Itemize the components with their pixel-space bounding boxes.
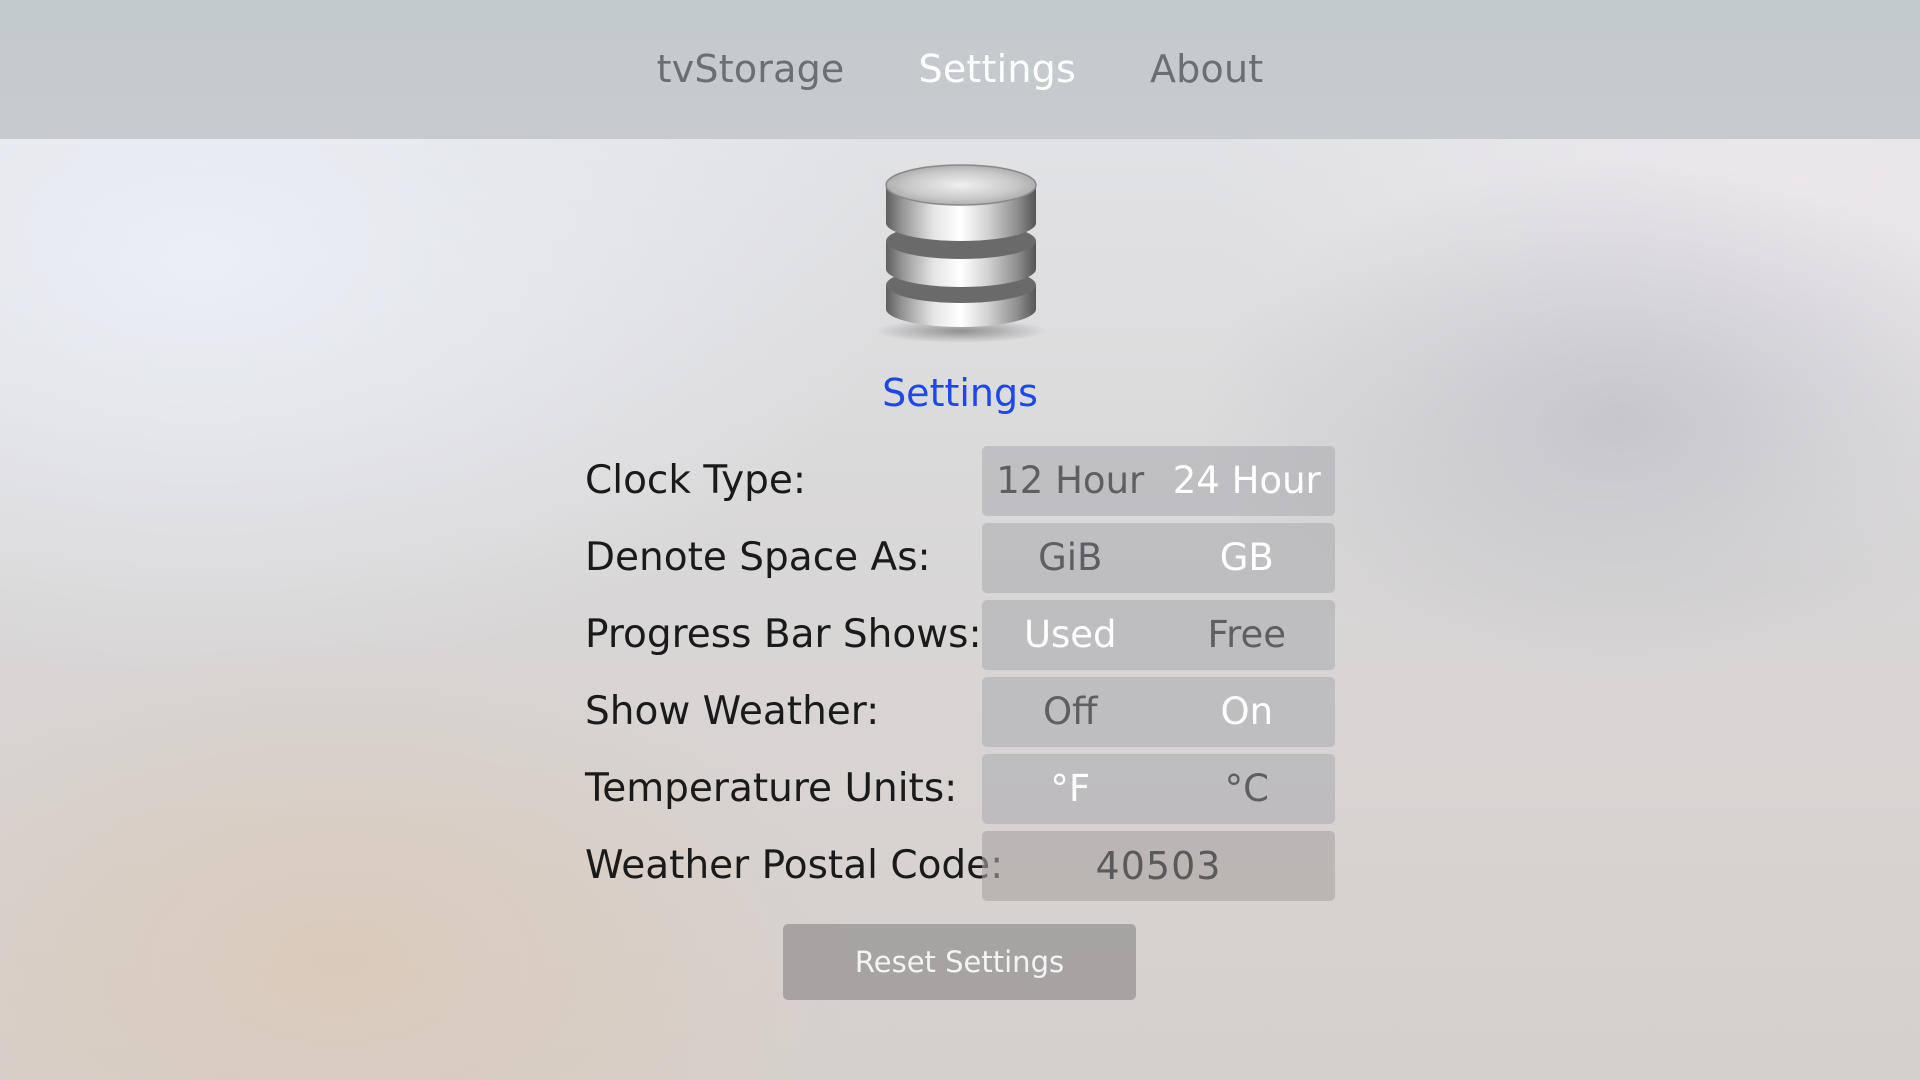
settings-list: Clock Type: 12 Hour 24 Hour Denote Space… [585,446,1335,908]
setting-row-clock-type: Clock Type: 12 Hour 24 Hour [585,446,1335,516]
tab-bar: tvStorage Settings About [620,47,1301,91]
reset-settings-button[interactable]: Reset Settings [783,924,1136,1000]
database-icon [876,164,1046,343]
setting-row-postal-code: Weather Postal Code: 40503 [585,831,1335,901]
clock-type-label: Clock Type: [585,458,807,503]
show-weather-label: Show Weather: [585,689,880,734]
progress-bar-option-used[interactable]: Used [982,600,1159,670]
postal-code-label: Weather Postal Code: [585,843,1004,888]
top-navigation-bar: tvStorage Settings About [0,0,1920,139]
settings-panel: Settings Clock Type: 12 Hour 24 Hour Den… [0,139,1920,1080]
tab-tvstorage[interactable]: tvStorage [620,47,882,91]
clock-type-segmented-control: 12 Hour 24 Hour [982,446,1335,516]
page-title: Settings [882,371,1038,415]
clock-type-option-12-hour[interactable]: 12 Hour [982,446,1159,516]
tab-about[interactable]: About [1113,47,1300,91]
temperature-units-label: Temperature Units: [585,766,958,811]
show-weather-option-off[interactable]: Off [982,677,1159,747]
progress-bar-label: Progress Bar Shows: [585,612,982,657]
denote-space-segmented-control: GiB GB [982,523,1335,593]
show-weather-segmented-control: Off On [982,677,1335,747]
setting-row-temperature-units: Temperature Units: °F °C [585,754,1335,824]
setting-row-show-weather: Show Weather: Off On [585,677,1335,747]
setting-row-denote-space: Denote Space As: GiB GB [585,523,1335,593]
clock-type-option-24-hour[interactable]: 24 Hour [1159,446,1336,516]
denote-space-option-gb[interactable]: GB [1159,523,1336,593]
temperature-units-option-fahrenheit[interactable]: °F [982,754,1159,824]
denote-space-option-gib[interactable]: GiB [982,523,1159,593]
setting-row-progress-bar: Progress Bar Shows: Used Free [585,600,1335,670]
denote-space-label: Denote Space As: [585,535,931,580]
temperature-units-option-celsius[interactable]: °C [1159,754,1336,824]
show-weather-option-on[interactable]: On [1159,677,1336,747]
progress-bar-segmented-control: Used Free [982,600,1335,670]
postal-code-field[interactable]: 40503 [982,831,1335,901]
temperature-units-segmented-control: °F °C [982,754,1335,824]
progress-bar-option-free[interactable]: Free [1159,600,1336,670]
tab-settings[interactable]: Settings [882,47,1113,91]
